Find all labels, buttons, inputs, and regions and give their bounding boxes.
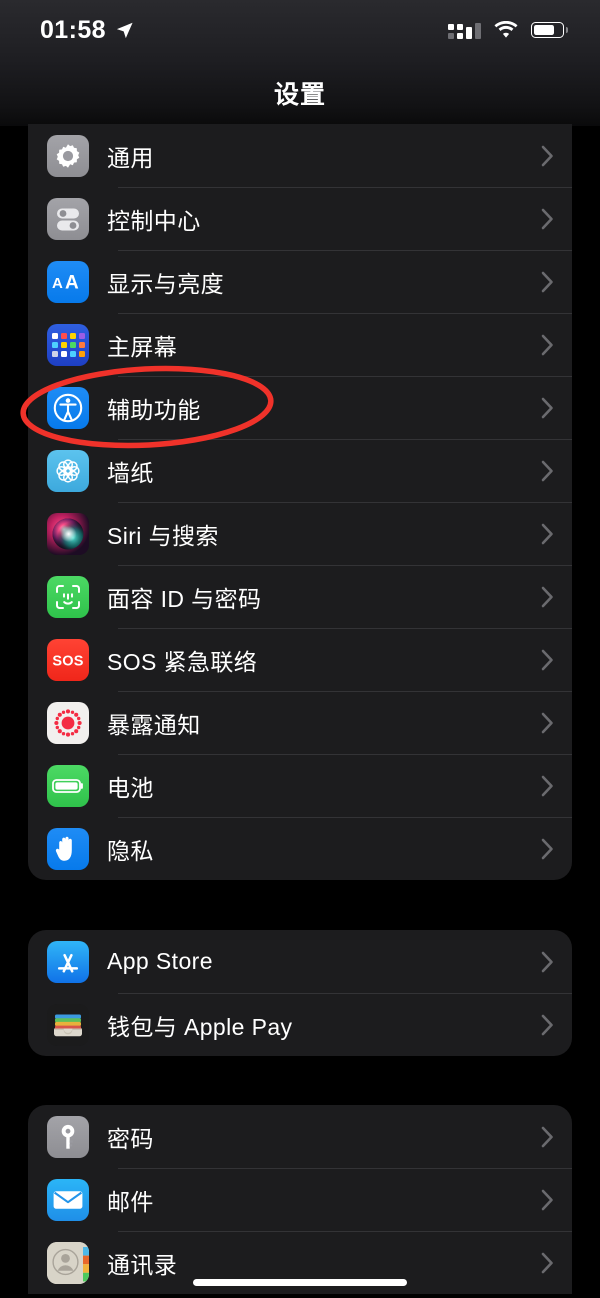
chevron-right-icon xyxy=(541,271,553,292)
chevron-right-icon xyxy=(541,334,553,355)
chevron-right-icon xyxy=(541,712,553,733)
face-id-icon xyxy=(47,575,89,618)
settings-row-label: 辅助功能 xyxy=(107,396,201,423)
settings-row-mail[interactable]: 邮件 xyxy=(28,1168,572,1231)
accessibility-icon xyxy=(47,386,89,429)
settings-row-wallpaper[interactable]: 墙纸 xyxy=(28,439,572,502)
chevron-right-icon xyxy=(541,838,553,859)
settings-row-accessibility[interactable]: 辅助功能 xyxy=(28,376,572,439)
settings-row-label: 暴露通知 xyxy=(107,711,201,738)
svg-text:A: A xyxy=(65,272,79,293)
aa-text-icon: A A xyxy=(47,260,89,303)
settings-row-label: Siri 与搜索 xyxy=(107,522,219,549)
settings-row-label: SOS 紧急联络 xyxy=(107,648,258,675)
svg-text:A: A xyxy=(52,275,63,292)
mail-icon xyxy=(47,1178,89,1221)
settings-row-label: 电池 xyxy=(107,774,154,801)
privacy-hand-icon xyxy=(47,827,89,870)
page-title: 设置 xyxy=(273,81,326,109)
settings-row-label: 墙纸 xyxy=(107,459,154,486)
chevron-right-icon xyxy=(541,649,553,670)
status-bar-right xyxy=(448,21,568,39)
status-bar-left: 01:58 xyxy=(40,15,134,44)
settings-section-store: App Store 钱包与 Apple Pay xyxy=(28,930,572,1056)
signal-dots xyxy=(448,24,463,39)
home-indicator xyxy=(193,1279,407,1286)
settings-row-home-screen[interactable]: 主屏幕 xyxy=(28,313,572,376)
chevron-right-icon xyxy=(541,1126,553,1147)
signal-bar-1 xyxy=(466,27,472,39)
settings-row-general[interactable]: 通用 xyxy=(28,124,572,187)
settings-section-system: 通用 控制中心 A A 显示与亮度 主屏幕 辅助功能 墙纸 Siri 与搜索 面… xyxy=(28,124,572,880)
siri-orb-icon xyxy=(47,512,89,555)
toggles-icon xyxy=(47,197,89,240)
settings-row-label: 主屏幕 xyxy=(107,333,178,360)
chevron-right-icon xyxy=(541,586,553,607)
settings-row-passwords[interactable]: 密码 xyxy=(28,1105,572,1168)
svg-text:SOS: SOS xyxy=(52,653,83,669)
status-bar: 01:58 xyxy=(0,0,600,60)
chevron-right-icon xyxy=(541,1252,553,1273)
gear-icon xyxy=(47,134,89,177)
navigation-bar: 设置 xyxy=(0,60,600,126)
settings-row-face-id-passcode[interactable]: 面容 ID 与密码 xyxy=(28,565,572,628)
chevron-right-icon xyxy=(541,523,553,544)
settings-row-label: 通用 xyxy=(107,144,154,171)
settings-row-siri-search[interactable]: Siri 与搜索 xyxy=(28,502,572,565)
exposure-notification-icon xyxy=(47,701,89,744)
chevron-right-icon xyxy=(541,775,553,796)
contacts-icon xyxy=(47,1241,89,1284)
wifi-icon xyxy=(494,21,518,38)
sos-icon: SOS xyxy=(47,638,89,681)
chevron-right-icon xyxy=(541,1189,553,1210)
settings-row-wallet-apple-pay[interactable]: 钱包与 Apple Pay xyxy=(28,993,572,1056)
chevron-right-icon xyxy=(541,951,553,972)
key-icon xyxy=(47,1115,89,1158)
settings-row-control-center[interactable]: 控制中心 xyxy=(28,187,572,250)
battery-icon xyxy=(531,22,568,38)
settings-row-label: App Store xyxy=(107,948,213,974)
settings-row-label: 钱包与 Apple Pay xyxy=(107,1013,293,1040)
chevron-right-icon xyxy=(541,460,553,481)
settings-row-label: 隐私 xyxy=(107,837,154,864)
iphone-settings-screen: 01:58 设置 通用 控制中心 A A 显示与亮度 主屏幕 辅助功能 墙纸 S… xyxy=(0,0,600,1298)
wallpaper-flower-icon xyxy=(47,449,89,492)
settings-row-label: 面容 ID 与密码 xyxy=(107,585,262,612)
settings-row-display-brightness[interactable]: A A 显示与亮度 xyxy=(28,250,572,313)
cellular-signal-icon xyxy=(448,21,481,39)
settings-row-emergency-sos[interactable]: SOS SOS 紧急联络 xyxy=(28,628,572,691)
settings-row-battery[interactable]: 电池 xyxy=(28,754,572,817)
status-bar-time: 01:58 xyxy=(40,15,106,44)
location-arrow-icon xyxy=(116,22,133,38)
settings-row-app-store[interactable]: App Store xyxy=(28,930,572,993)
settings-scroll-view[interactable]: 通用 控制中心 A A 显示与亮度 主屏幕 辅助功能 墙纸 Siri 与搜索 面… xyxy=(0,124,600,1298)
settings-row-exposure-notifications[interactable]: 暴露通知 xyxy=(28,691,572,754)
settings-row-label: 密码 xyxy=(107,1125,154,1152)
settings-row-label: 邮件 xyxy=(107,1188,154,1215)
wallet-icon xyxy=(47,1003,89,1046)
chevron-right-icon xyxy=(541,397,553,418)
settings-row-privacy[interactable]: 隐私 xyxy=(28,817,572,880)
signal-bar-2 xyxy=(475,23,481,39)
chevron-right-icon xyxy=(541,208,553,229)
app-store-icon xyxy=(47,940,89,983)
battery-green-icon xyxy=(47,764,89,807)
settings-section-accounts: 密码 邮件 通讯录 xyxy=(28,1105,572,1294)
settings-row-label: 显示与亮度 xyxy=(107,270,224,297)
settings-row-label: 控制中心 xyxy=(107,207,201,234)
chevron-right-icon xyxy=(541,1014,553,1035)
home-screen-grid-icon xyxy=(47,323,89,366)
settings-row-label: 通讯录 xyxy=(107,1251,178,1278)
chevron-right-icon xyxy=(541,145,553,166)
